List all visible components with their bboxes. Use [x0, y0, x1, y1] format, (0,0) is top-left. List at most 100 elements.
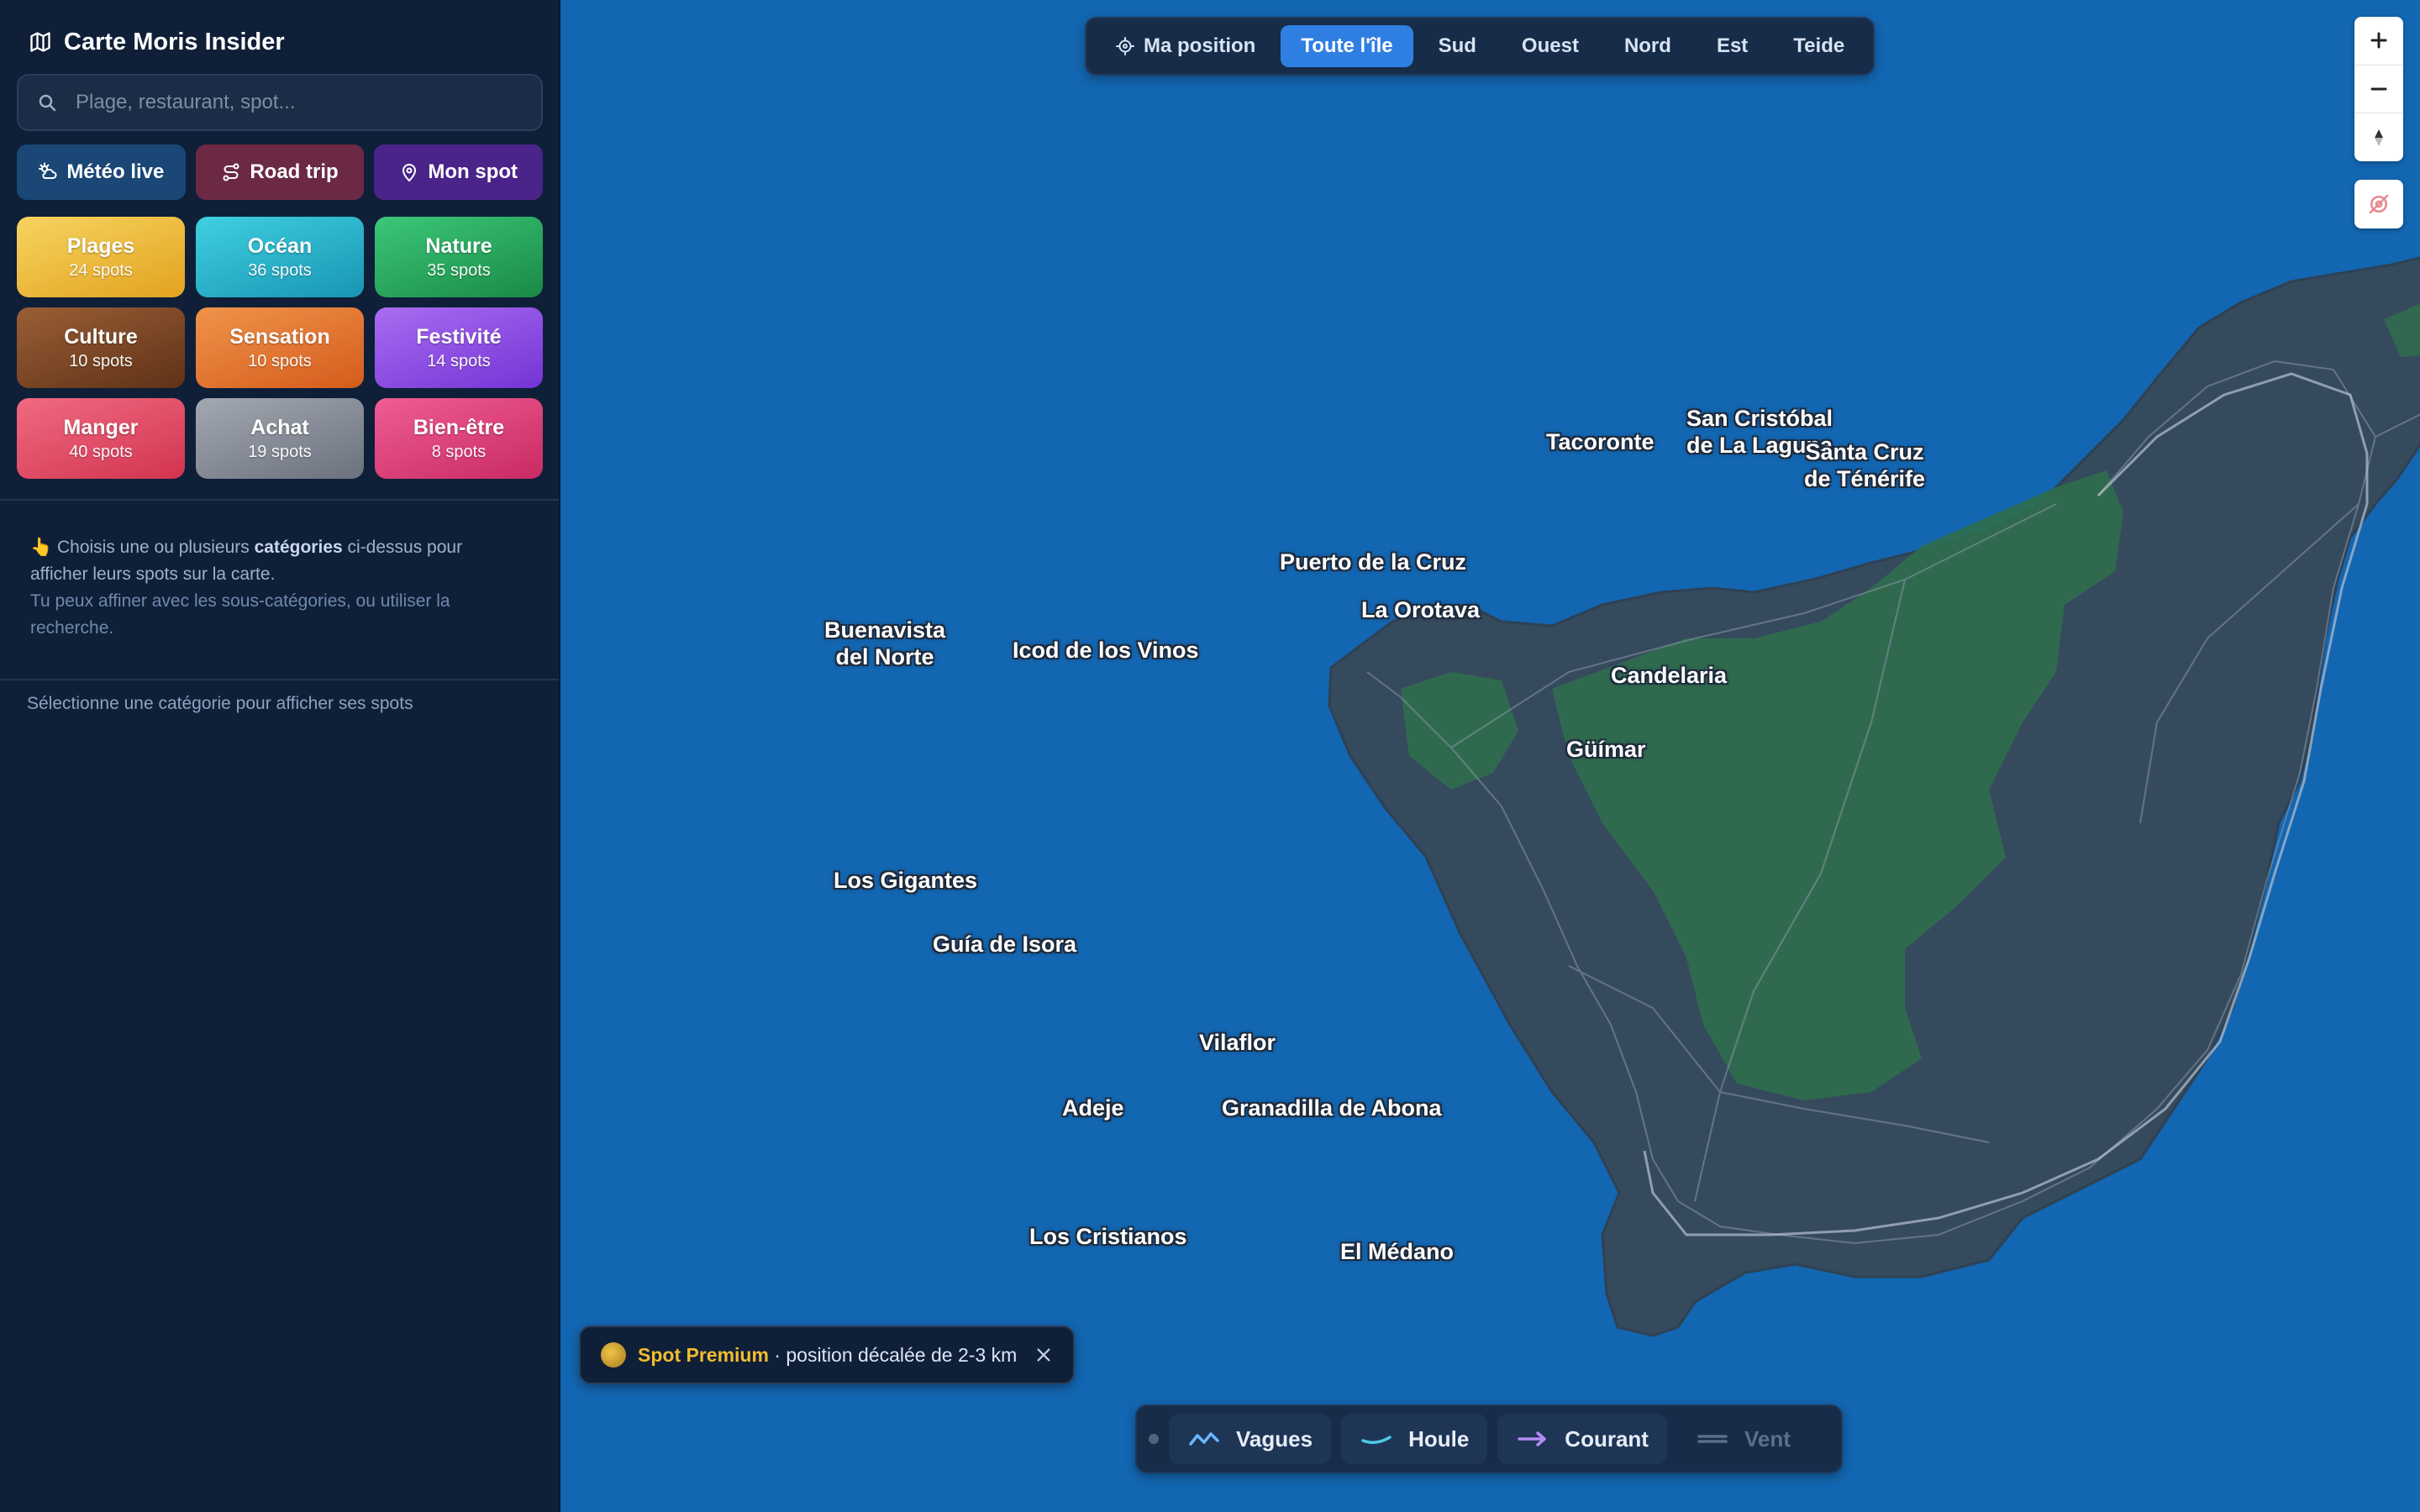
pin-icon	[402, 164, 417, 182]
city-label-buenavista[interactable]: Buenavista del Norte	[824, 617, 945, 670]
layer-vent[interactable]: Vent	[1677, 1414, 1809, 1464]
meteo-live-label: Météo live	[66, 160, 165, 183]
city-label-guimar[interactable]: Güímar	[1566, 736, 1646, 763]
divider	[0, 679, 559, 680]
category-count: 14 spots	[427, 352, 491, 370]
category-name: Manger	[63, 416, 139, 439]
category-nature[interactable]: Nature 35 spots	[375, 217, 543, 297]
category-name: Festivité	[416, 325, 502, 349]
search-icon	[39, 94, 56, 112]
ocean-layer-toggles: Vagues Houle Courant Vent	[1135, 1404, 1843, 1473]
hint-main: 👆 Choisis une ou plusieurs catégories ci…	[30, 538, 463, 584]
category-hint: 👆 Choisis une ou plusieurs catégories ci…	[30, 534, 509, 642]
zone-whole-island[interactable]: Toute l'île	[1281, 25, 1413, 67]
compass-icon	[2375, 129, 2383, 146]
search-input[interactable]	[74, 90, 531, 115]
premium-dot-icon	[601, 1342, 626, 1368]
pointing-hand-icon: 👆	[30, 538, 53, 557]
route-icon	[223, 163, 239, 181]
plus-icon	[2370, 32, 2387, 49]
mon-spot-label: Mon spot	[428, 160, 518, 183]
locate-icon	[1116, 37, 1134, 55]
city-label-los-cristianos[interactable]: Los Cristianos	[1029, 1223, 1187, 1250]
wave-icon	[1189, 1432, 1219, 1446]
category-name: Nature	[425, 234, 492, 258]
category-count: 10 spots	[248, 352, 312, 370]
zone-sud[interactable]: Sud	[1418, 25, 1497, 67]
zone-ouest[interactable]: Ouest	[1502, 25, 1599, 67]
zoom-controls	[2354, 17, 2403, 161]
city-label-puerto-de-la-cruz[interactable]: Puerto de la Cruz	[1280, 549, 1466, 575]
category-name: Achat	[250, 416, 309, 439]
premium-spot-notice: Spot Premium · position décalée de 2-3 k…	[579, 1326, 1075, 1384]
quick-actions: Météo live Road trip Mon spot	[17, 144, 544, 200]
layer-courant[interactable]: Courant	[1497, 1414, 1667, 1464]
wind-icon	[1697, 1435, 1728, 1443]
city-label-icod[interactable]: Icod de los Vinos	[1013, 637, 1199, 664]
app-title: Carte Moris Insider	[29, 25, 285, 59]
city-label-guia-de-isora[interactable]: Guía de Isora	[933, 931, 1076, 958]
category-count: 19 spots	[248, 443, 312, 461]
app-title-text: Carte Moris Insider	[64, 28, 285, 55]
category-name: Culture	[64, 325, 138, 349]
city-label-la-orotava[interactable]: La Orotava	[1361, 596, 1480, 623]
category-festivite[interactable]: Festivité 14 spots	[375, 307, 543, 388]
road-trip-button[interactable]: Road trip	[195, 144, 365, 200]
city-label-granadilla[interactable]: Granadilla de Abona	[1222, 1095, 1442, 1121]
layer-houle[interactable]: Houle	[1341, 1414, 1488, 1464]
map-icon	[30, 32, 50, 52]
category-name: Bien-être	[413, 416, 505, 439]
category-sensation[interactable]: Sensation 10 spots	[196, 307, 364, 388]
category-count: 36 spots	[248, 261, 312, 280]
swell-icon	[1361, 1436, 1392, 1444]
zone-selector: Ma position Toute l'île Sud Ouest Nord E…	[1085, 17, 1876, 76]
category-culture[interactable]: Culture 10 spots	[17, 307, 185, 388]
category-grid: Plages 24 spots Océan 36 spots Nature 35…	[17, 217, 543, 479]
category-name: Sensation	[229, 325, 330, 349]
layer-vagues[interactable]: Vagues	[1169, 1414, 1332, 1464]
city-label-adeje[interactable]: Adeje	[1062, 1095, 1124, 1121]
city-label-santa-cruz[interactable]: Santa Cruz de Ténérife	[1804, 438, 1925, 492]
tenerife-island	[1328, 256, 2420, 1337]
close-icon[interactable]	[1034, 1346, 1053, 1364]
category-count: 10 spots	[69, 352, 133, 370]
city-label-los-gigantes[interactable]: Los Gigantes	[834, 867, 977, 894]
zoom-in-button[interactable]	[2354, 17, 2403, 66]
minus-icon	[2370, 87, 2387, 91]
category-ocean[interactable]: Océan 36 spots	[196, 217, 364, 297]
hint-sub: Tu peux affiner avec les sous-catégories…	[30, 591, 450, 638]
mon-spot-button[interactable]: Mon spot	[374, 144, 544, 200]
empty-spot-list-message: Sélectionne une catégorie pour afficher …	[27, 694, 413, 713]
zone-est[interactable]: Est	[1697, 25, 1768, 67]
city-label-el-medano[interactable]: El Médano	[1340, 1238, 1454, 1265]
map-canvas[interactable]: Tacoronte San Cristóbal de La Laguna Sant…	[560, 0, 2420, 1512]
category-count: 24 spots	[69, 261, 133, 280]
category-plages[interactable]: Plages 24 spots	[17, 217, 185, 297]
current-arrow-icon	[1518, 1431, 1547, 1446]
premium-text: Spot Premium · position décalée de 2-3 k…	[638, 1343, 1018, 1366]
weather-icon	[39, 162, 57, 179]
meteo-live-button[interactable]: Météo live	[17, 144, 186, 200]
category-name: Océan	[247, 234, 313, 258]
search-box[interactable]	[17, 74, 543, 131]
category-count: 35 spots	[427, 261, 491, 280]
geolocate-button[interactable]	[2354, 180, 2403, 228]
zone-nord[interactable]: Nord	[1604, 25, 1691, 67]
location-disabled-icon	[2369, 194, 2389, 214]
zone-teide[interactable]: Teide	[1773, 25, 1865, 67]
category-achat[interactable]: Achat 19 spots	[196, 398, 364, 479]
compass-button[interactable]	[2354, 113, 2403, 161]
sidebar: Carte Moris Insider Météo live Road trip…	[0, 0, 560, 1512]
category-manger[interactable]: Manger 40 spots	[17, 398, 185, 479]
category-count: 8 spots	[431, 443, 487, 461]
city-label-vilaflor[interactable]: Vilaflor	[1199, 1029, 1276, 1056]
city-label-tacoronte[interactable]: Tacoronte	[1546, 428, 1655, 455]
status-dot	[1149, 1434, 1159, 1444]
city-label-candelaria[interactable]: Candelaria	[1611, 662, 1727, 689]
zone-my-position[interactable]: Ma position	[1095, 25, 1276, 67]
road-trip-label: Road trip	[250, 160, 339, 183]
divider	[0, 499, 559, 501]
category-bien-etre[interactable]: Bien-être 8 spots	[375, 398, 543, 479]
category-count: 40 spots	[69, 443, 133, 461]
zoom-out-button[interactable]	[2354, 66, 2403, 114]
